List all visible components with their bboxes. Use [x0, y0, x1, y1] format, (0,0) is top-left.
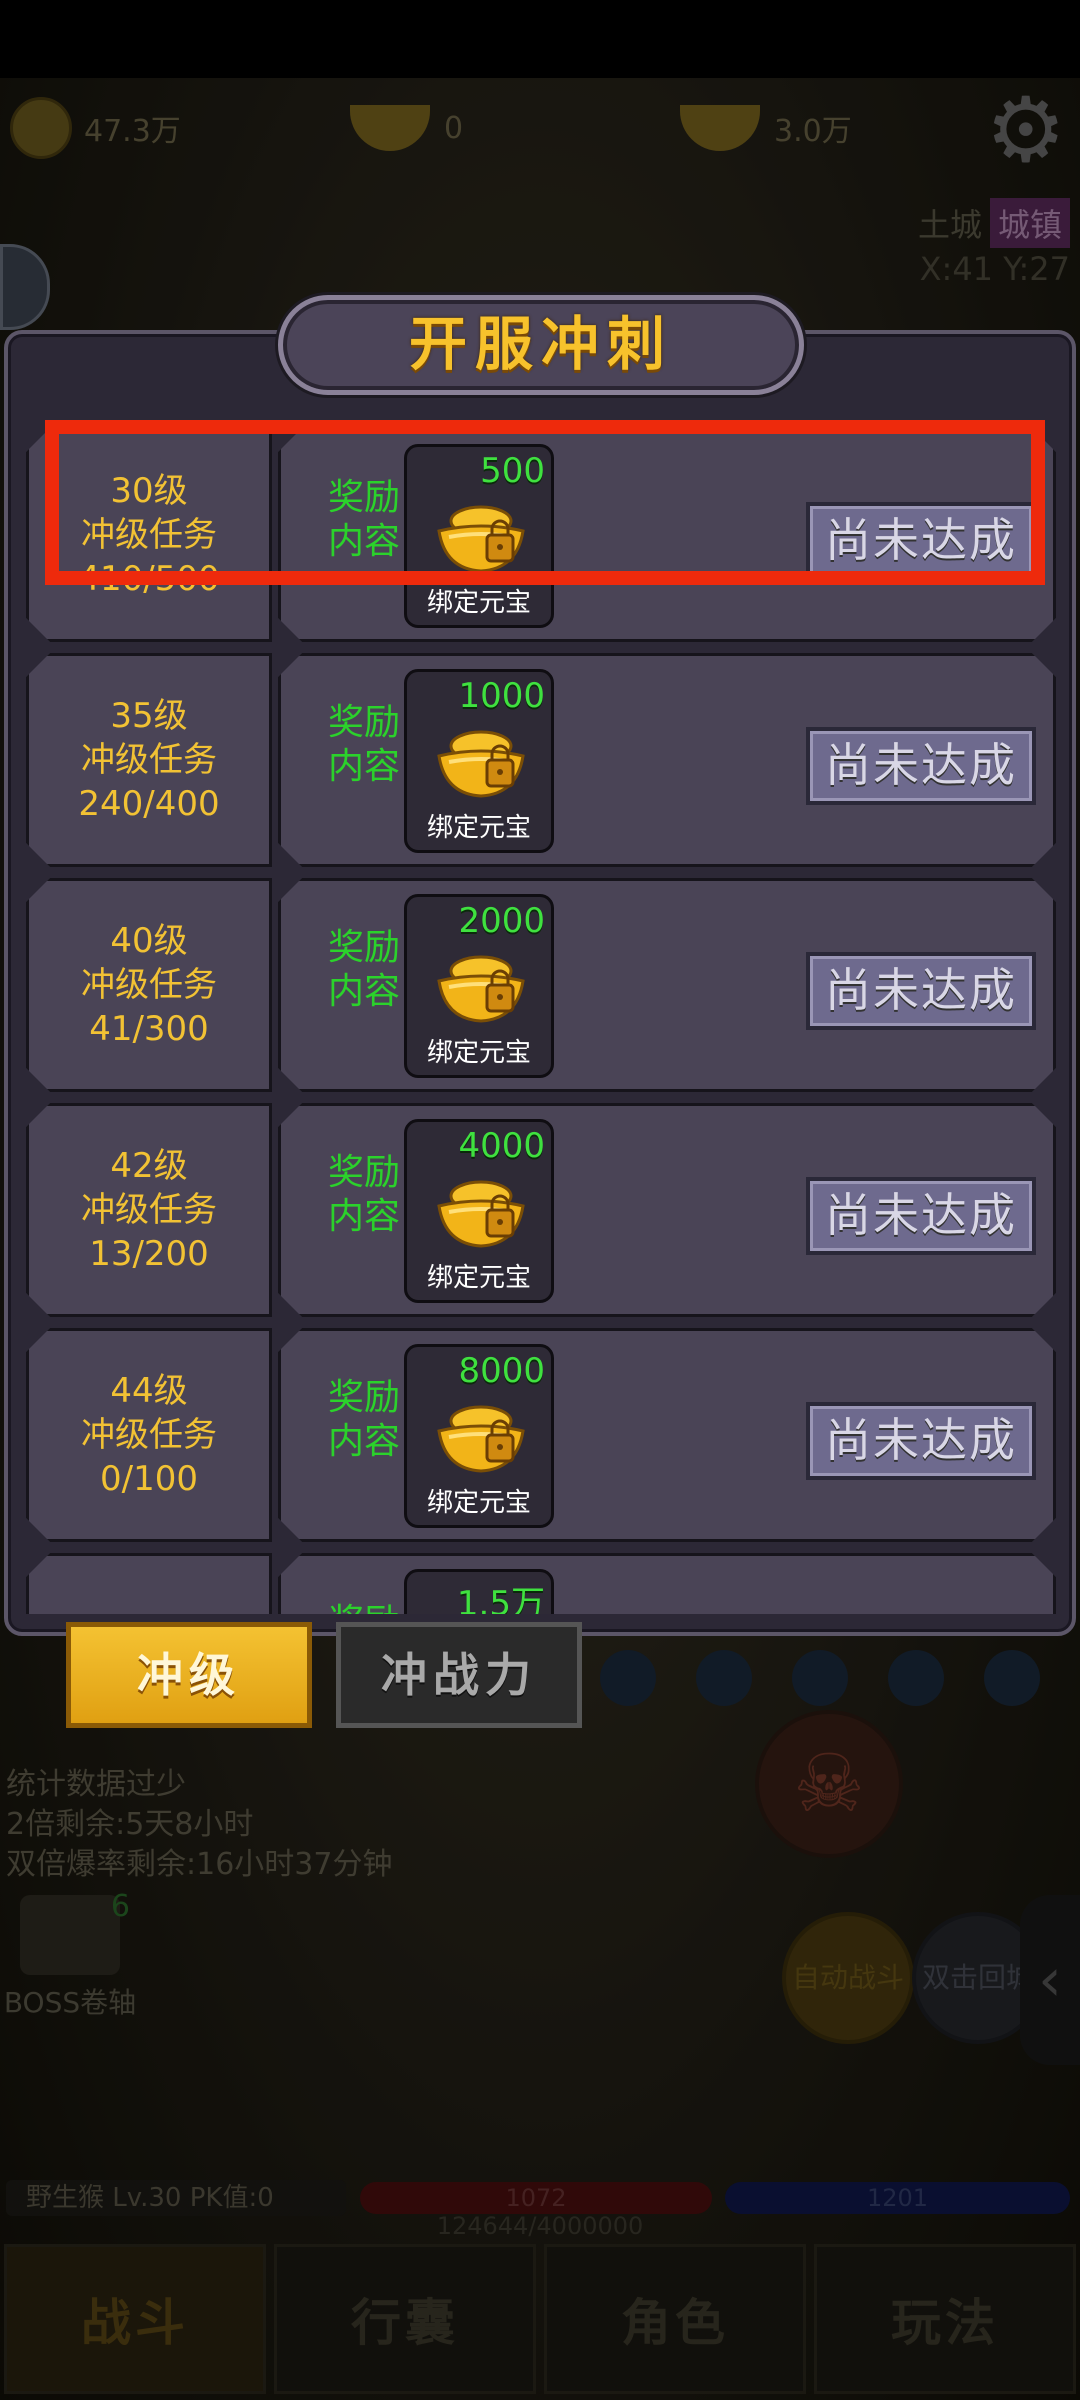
status-button[interactable]: 尚未达成: [806, 727, 1036, 805]
level-text: 44级: [110, 1371, 188, 1411]
task-text: 冲级任务: [81, 1415, 217, 1455]
gold-ingot-icon: [435, 726, 527, 800]
reward-label: 奖励内容: [327, 702, 400, 787]
task-text: 冲级任务: [81, 1190, 217, 1230]
popup-title-plate: 开服冲刺: [278, 295, 804, 395]
reward-item[interactable]: 1000 绑定元宝: [404, 669, 554, 853]
level-text: 40级: [110, 921, 188, 961]
reward-row: 35级 冲级任务 240/400 奖励内容 1000 绑定元宝 尚未达成: [26, 653, 1056, 867]
highlight-frame: [45, 420, 1045, 585]
reward-row: 40级 冲级任务 41/300 奖励内容 2000 绑定元宝 尚未达成: [26, 878, 1056, 1092]
reward-list[interactable]: 30级 冲级任务 410/500 奖励内容 500 绑定元宝 尚未达成 35级 冲级任务 240/…: [26, 428, 1056, 1614]
reward-label: 奖励内容: [327, 927, 400, 1012]
reward-label: 奖励内容: [327, 1377, 400, 1462]
reward-amount: 4000: [458, 1126, 545, 1166]
tab-level[interactable]: 冲级: [66, 1622, 312, 1728]
reward-label: 奖励内容: [324, 1601, 404, 1614]
level-requirement: 42级 冲级任务 13/200: [26, 1103, 272, 1317]
reward-amount: 2000: [458, 901, 545, 941]
reward-item[interactable]: 4000 绑定元宝: [404, 1119, 554, 1303]
reward-item[interactable]: 2000 绑定元宝: [404, 894, 554, 1078]
popup-title: 开服冲刺: [408, 310, 673, 378]
reward-item-name: 绑定元宝: [426, 1488, 531, 1518]
reward-amount: 8000: [458, 1351, 545, 1391]
tab-power[interactable]: 冲战力: [336, 1622, 582, 1728]
task-text: 冲级任务: [81, 965, 217, 1005]
reward-item[interactable]: 1.5万绑定元宝: [404, 1569, 554, 1614]
status-button[interactable]: 尚未达成: [806, 1402, 1036, 1480]
reward-row: 42级 冲级任务 13/200 奖励内容 4000 绑定元宝 尚未达成: [26, 1103, 1056, 1317]
reward-amount: 1000: [458, 676, 545, 716]
level-requirement: 40级 冲级任务 41/300: [26, 878, 272, 1092]
level-text: 42级: [110, 1146, 188, 1186]
reward-item-name: 绑定元宝: [426, 588, 531, 618]
reward-amount: 1.5万: [456, 1584, 545, 1614]
status-button[interactable]: 尚未达成: [806, 1177, 1036, 1255]
progress-text: 240/400: [78, 784, 220, 824]
progress-text: 41/300: [89, 1009, 209, 1049]
level-text: 35级: [110, 696, 188, 736]
reward-row: 44级 冲级任务 0/100 奖励内容 8000 绑定元宝 尚未达成: [26, 1328, 1056, 1542]
level-requirement: 35级 冲级任务 240/400: [26, 653, 272, 867]
gold-ingot-icon: [435, 1401, 527, 1475]
reward-item-name: 绑定元宝: [426, 813, 531, 843]
level-requirement: 46级冲级任务: [26, 1553, 272, 1614]
reward-item-name: 绑定元宝: [426, 1263, 531, 1293]
progress-text: 13/200: [89, 1234, 209, 1274]
reward-label: 奖励内容: [327, 1152, 400, 1237]
gold-ingot-icon: [435, 1176, 527, 1250]
reward-item-name: 绑定元宝: [426, 1038, 531, 1068]
gold-ingot-icon: [435, 951, 527, 1025]
progress-text: 0/100: [100, 1459, 198, 1499]
reward-item[interactable]: 8000 绑定元宝: [404, 1344, 554, 1528]
task-text: 冲级任务: [81, 740, 217, 780]
reward-row: 46级冲级任务奖励内容1.5万绑定元宝尚未达成: [26, 1553, 1056, 1614]
status-button[interactable]: 尚未达成: [806, 952, 1036, 1030]
level-requirement: 44级 冲级任务 0/100: [26, 1328, 272, 1542]
